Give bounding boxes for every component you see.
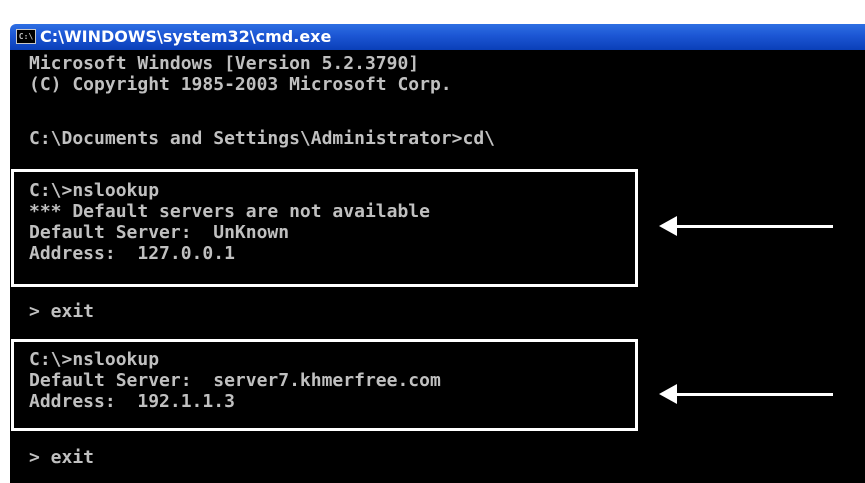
console-line: Default Server: server7.khmerfree.com [29, 370, 441, 391]
console-line: *** Default servers are not available [29, 201, 430, 222]
cmd-window: C:\ C:\WINDOWS\system32\cmd.exe Microsof… [0, 0, 865, 483]
arrow-left-icon [659, 384, 833, 404]
console-line: C:\>nslookup [29, 180, 160, 201]
console-line: Default Server: UnKnown [29, 222, 290, 243]
window-title: C:\WINDOWS\system32\cmd.exe [40, 27, 332, 46]
console-line: > exit [29, 447, 95, 468]
console-line: C:\>nslookup [29, 349, 160, 370]
console-line: Microsoft Windows [Version 5.2.3790] [29, 53, 420, 74]
arrow-left-icon [659, 216, 833, 236]
cmd-icon[interactable]: C:\ [16, 29, 36, 44]
console-line: > exit [29, 301, 95, 322]
console-line: Address: 192.1.1.3 [29, 391, 235, 412]
console-line: (C) Copyright 1985-2003 Microsoft Corp. [29, 74, 452, 95]
console-line: C:\Documents and Settings\Administrator>… [29, 128, 495, 149]
console-line: Address: 127.0.0.1 [29, 243, 235, 264]
console-output[interactable]: Microsoft Windows [Version 5.2.3790] (C)… [10, 50, 865, 483]
title-bar[interactable]: C:\ C:\WINDOWS\system32\cmd.exe [10, 24, 865, 50]
